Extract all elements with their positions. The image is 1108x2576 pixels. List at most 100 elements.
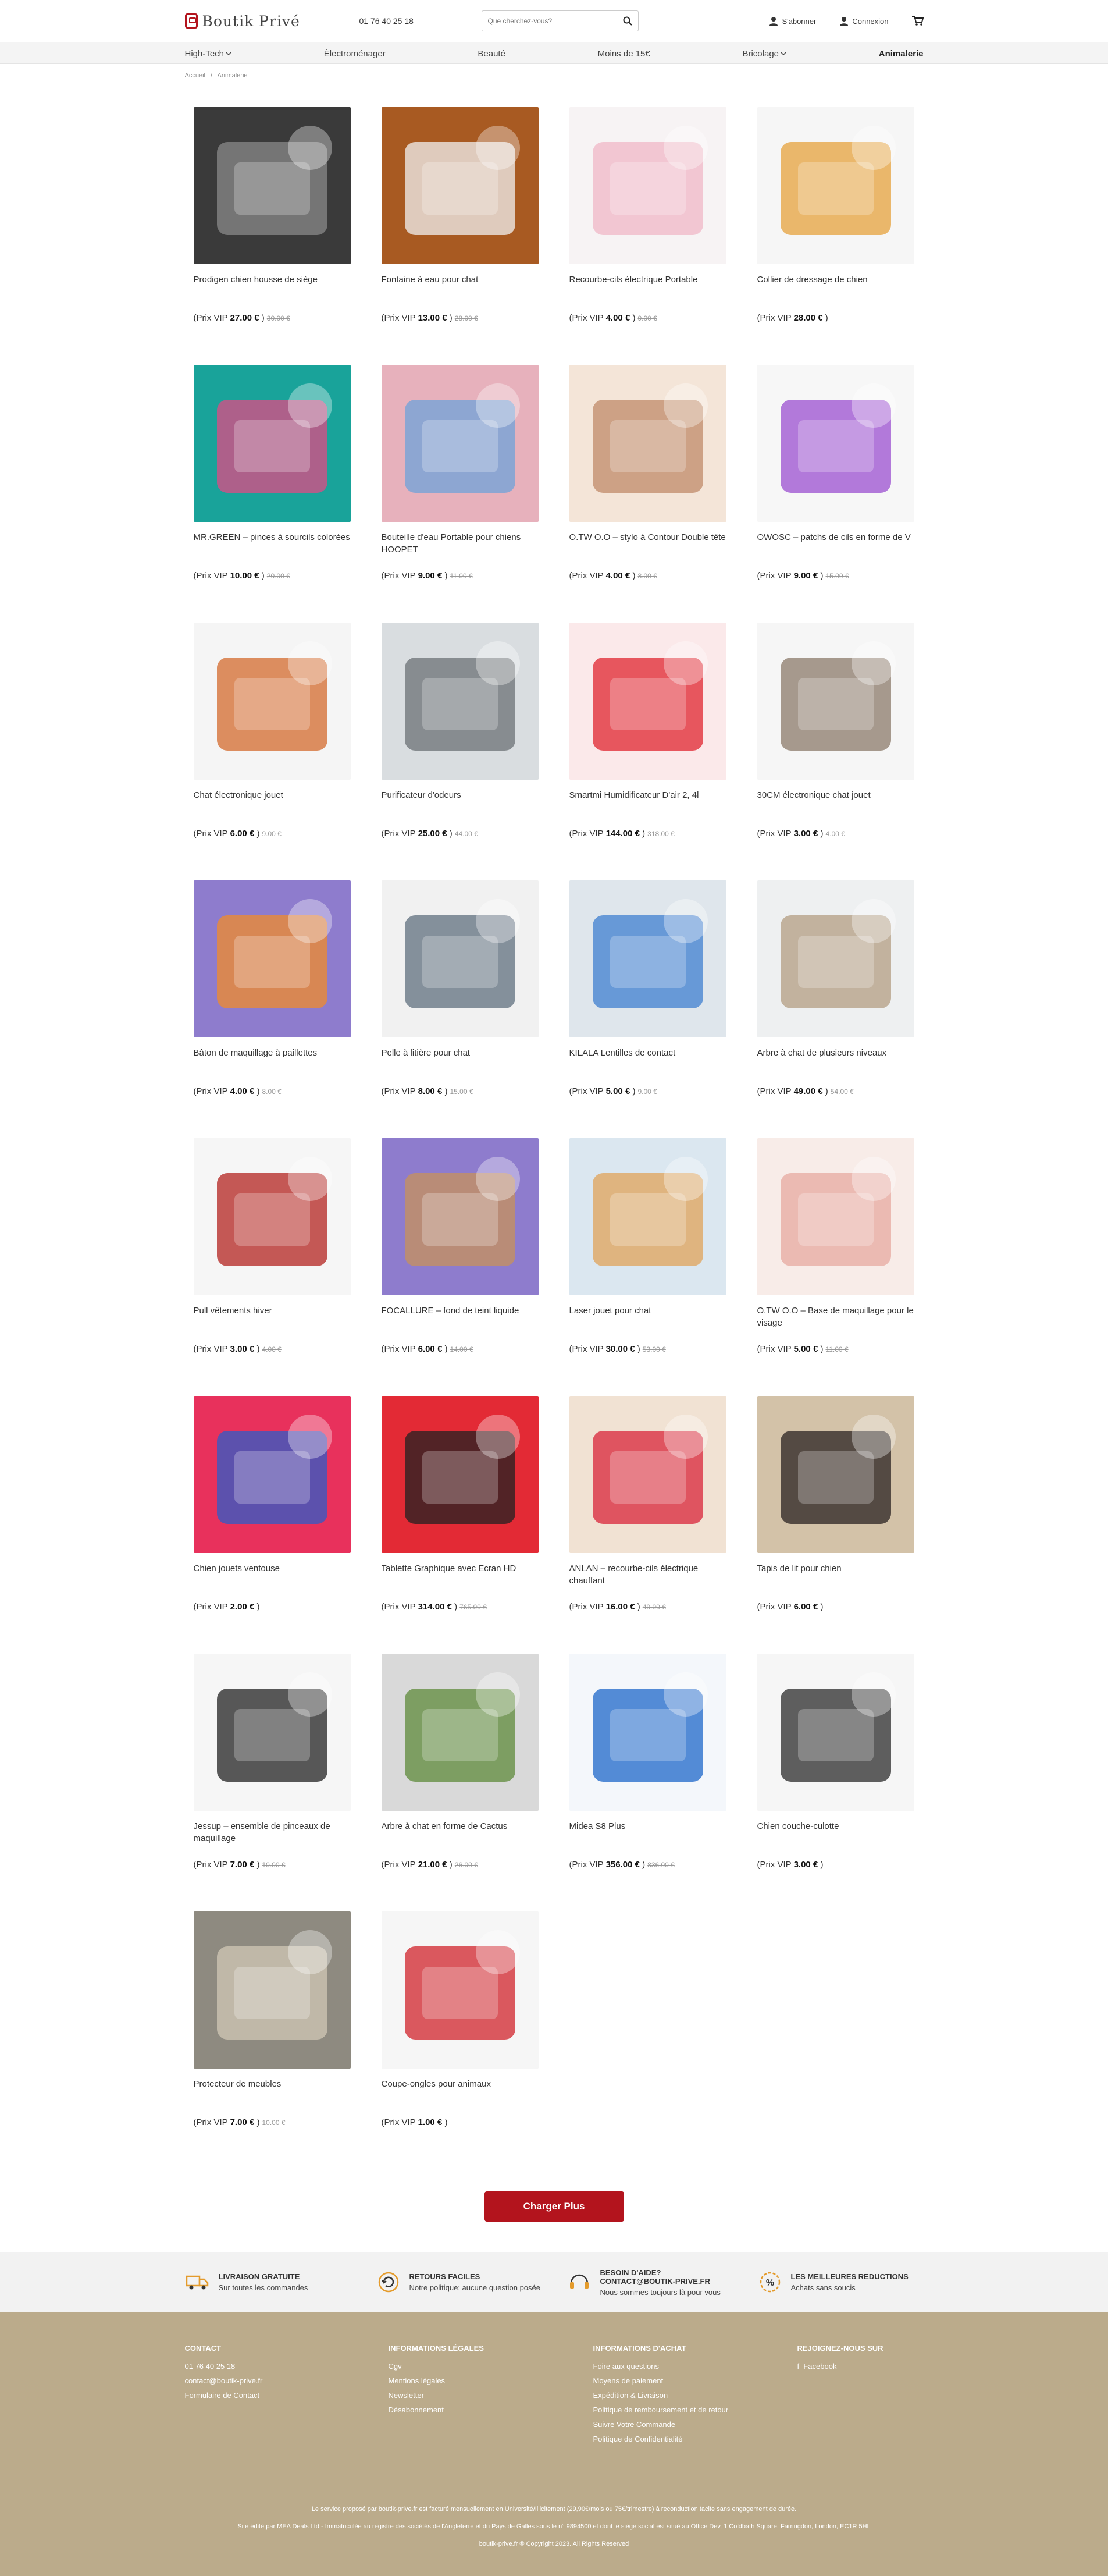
product-card[interactable]: 30CM électronique chat jouet (Prix VIP 3.…: [757, 623, 914, 880]
product-image[interactable]: [569, 623, 726, 780]
product-title[interactable]: Recourbe-cils électrique Portable: [569, 273, 726, 299]
product-title[interactable]: Collier de dressage de chien: [757, 273, 914, 299]
product-card[interactable]: Chat électronique jouet (Prix VIP 6.00 € …: [193, 623, 351, 880]
product-card[interactable]: Arbre à chat de plusieurs niveaux (Prix V…: [757, 880, 914, 1138]
product-image[interactable]: [193, 1654, 351, 1811]
product-title[interactable]: Pelle à litière pour chat: [382, 1047, 539, 1072]
search-input[interactable]: [482, 17, 617, 25]
product-card[interactable]: ANLAN – recourbe-cils électrique chauffa…: [569, 1396, 726, 1654]
product-title[interactable]: Bouteille d'eau Portable pour chiens HOO…: [382, 531, 539, 557]
logo[interactable]: Boutik Privé: [184, 13, 359, 30]
product-card[interactable]: Smartmi Humidificateur D'air 2, 4l (Prix …: [569, 623, 726, 880]
product-image[interactable]: [193, 107, 351, 264]
product-title[interactable]: MR.GREEN – pinces à sourcils colorées: [194, 531, 351, 557]
product-title[interactable]: Prodigen chien housse de siège: [194, 273, 351, 299]
product-card[interactable]: Pelle à litière pour chat (Prix VIP 8.00 …: [381, 880, 539, 1138]
product-title[interactable]: Chat électronique jouet: [194, 789, 351, 815]
product-image[interactable]: [381, 1911, 539, 2069]
product-title[interactable]: ANLAN – recourbe-cils électrique chauffa…: [569, 1562, 726, 1588]
product-image[interactable]: [569, 1138, 726, 1295]
product-card[interactable]: Fontaine à eau pour chat (Prix VIP 13.00 …: [381, 107, 539, 365]
nav-item--lectrom-nager[interactable]: Électroménager: [324, 49, 386, 59]
nav-item-bricolage[interactable]: Bricolage: [742, 49, 786, 59]
product-card[interactable]: Protecteur de meubles (Prix VIP 7.00 € ) 1…: [193, 1911, 351, 2169]
product-card[interactable]: O.TW O.O – stylo à Contour Double tête (P…: [569, 365, 726, 623]
product-image[interactable]: [193, 1138, 351, 1295]
product-card[interactable]: Chien jouets ventouse (Prix VIP 2.00 € ): [193, 1396, 351, 1654]
product-card[interactable]: O.TW O.O – Base de maquillage pour le vi…: [757, 1138, 914, 1396]
header-phone[interactable]: 01 76 40 25 18: [359, 16, 482, 26]
product-card[interactable]: Recourbe-cils électrique Portable (Prix V…: [569, 107, 726, 365]
product-title[interactable]: Tablette Graphique avec Ecran HD: [382, 1562, 539, 1588]
product-card[interactable]: Coupe-ongles pour animaux (Prix VIP 1.00 …: [381, 1911, 539, 2169]
product-card[interactable]: MR.GREEN – pinces à sourcils colorées (Pr…: [193, 365, 351, 623]
footer-phone[interactable]: 01 76 40 25 18: [185, 2362, 389, 2371]
product-image[interactable]: [757, 880, 914, 1037]
product-card[interactable]: Midea S8 Plus (Prix VIP 356.00 € ) 836.00 …: [569, 1654, 726, 1911]
product-card[interactable]: Jessup – ensemble de pinceaux de maquill…: [193, 1654, 351, 1911]
product-title[interactable]: O.TW O.O – Base de maquillage pour le vi…: [757, 1305, 914, 1330]
product-title[interactable]: Protecteur de meubles: [194, 2078, 351, 2104]
footer-link-mentions[interactable]: Mentions légales: [389, 2376, 593, 2385]
footer-link-privacy[interactable]: Politique de Confidentialité: [593, 2435, 797, 2443]
product-image[interactable]: [193, 365, 351, 522]
product-card[interactable]: Laser jouet pour chat (Prix VIP 30.00 € )…: [569, 1138, 726, 1396]
product-image[interactable]: [381, 107, 539, 264]
product-image[interactable]: [569, 1396, 726, 1553]
product-image[interactable]: [193, 623, 351, 780]
product-title[interactable]: Arbre à chat de plusieurs niveaux: [757, 1047, 914, 1072]
cart-button[interactable]: [911, 16, 924, 26]
footer-link-unsubscribe[interactable]: Désabonnement: [389, 2406, 593, 2414]
product-image[interactable]: [569, 880, 726, 1037]
product-image[interactable]: [757, 1654, 914, 1811]
product-card[interactable]: Prodigen chien housse de siège (Prix VIP …: [193, 107, 351, 365]
product-image[interactable]: [381, 1138, 539, 1295]
product-card[interactable]: Collier de dressage de chien (Prix VIP 28…: [757, 107, 914, 365]
product-card[interactable]: Tablette Graphique avec Ecran HD (Prix VI…: [381, 1396, 539, 1654]
product-title[interactable]: Arbre à chat en forme de Cactus: [382, 1820, 539, 1846]
nav-item-moins-de-15-[interactable]: Moins de 15€: [598, 49, 650, 59]
product-image[interactable]: [569, 107, 726, 264]
product-image[interactable]: [569, 1654, 726, 1811]
product-title[interactable]: Coupe-ongles pour animaux: [382, 2078, 539, 2104]
product-title[interactable]: Jessup – ensemble de pinceaux de maquill…: [194, 1820, 351, 1846]
product-title[interactable]: Fontaine à eau pour chat: [382, 273, 539, 299]
product-card[interactable]: Tapis de lit pour chien (Prix VIP 6.00 € …: [757, 1396, 914, 1654]
product-title[interactable]: Tapis de lit pour chien: [757, 1562, 914, 1588]
product-title[interactable]: Smartmi Humidificateur D'air 2, 4l: [569, 789, 726, 815]
footer-link-shipping[interactable]: Expédition & Livraison: [593, 2391, 797, 2400]
product-title[interactable]: FOCALLURE – fond de teint liquide: [382, 1305, 539, 1330]
product-card[interactable]: Bâton de maquillage à paillettes (Prix VI…: [193, 880, 351, 1138]
product-image[interactable]: [381, 623, 539, 780]
nav-item-animalerie[interactable]: Animalerie: [879, 49, 924, 59]
product-title[interactable]: Pull vêtements hiver: [194, 1305, 351, 1330]
breadcrumb-home[interactable]: Accueil: [185, 72, 205, 79]
product-image[interactable]: [193, 1911, 351, 2069]
product-title[interactable]: 30CM électronique chat jouet: [757, 789, 914, 815]
product-card[interactable]: Pull vêtements hiver (Prix VIP 3.00 € ) 4.…: [193, 1138, 351, 1396]
product-image[interactable]: [569, 365, 726, 522]
product-image[interactable]: [381, 1654, 539, 1811]
product-card[interactable]: OWOSC – patchs de cils en forme de V (Pri…: [757, 365, 914, 623]
product-image[interactable]: [757, 1396, 914, 1553]
product-image[interactable]: [757, 623, 914, 780]
product-title[interactable]: KILALA Lentilles de contact: [569, 1047, 726, 1072]
subscribe-link[interactable]: S'abonner: [769, 16, 816, 26]
product-image[interactable]: [757, 365, 914, 522]
nav-item-high-tech[interactable]: High-Tech: [185, 49, 232, 59]
footer-link-tracking[interactable]: Suivre Votre Commande: [593, 2420, 797, 2429]
product-card[interactable]: KILALA Lentilles de contact (Prix VIP 5.0…: [569, 880, 726, 1138]
product-image[interactable]: [757, 1138, 914, 1295]
product-title[interactable]: Chien couche-culotte: [757, 1820, 914, 1846]
nav-item-beaut-[interactable]: Beauté: [478, 49, 505, 59]
product-card[interactable]: FOCALLURE – fond de teint liquide (Prix V…: [381, 1138, 539, 1396]
product-card[interactable]: Purificateur d'odeurs (Prix VIP 25.00 € )…: [381, 623, 539, 880]
footer-link-refund[interactable]: Politique de remboursement et de retour: [593, 2406, 797, 2414]
product-title[interactable]: O.TW O.O – stylo à Contour Double tête: [569, 531, 726, 557]
product-title[interactable]: Midea S8 Plus: [569, 1820, 726, 1846]
product-title[interactable]: Laser jouet pour chat: [569, 1305, 726, 1330]
product-image[interactable]: [381, 880, 539, 1037]
footer-email[interactable]: contact@boutik-prive.fr: [185, 2376, 389, 2385]
login-link[interactable]: Connexion: [839, 16, 889, 26]
product-card[interactable]: Bouteille d'eau Portable pour chiens HOO…: [381, 365, 539, 623]
